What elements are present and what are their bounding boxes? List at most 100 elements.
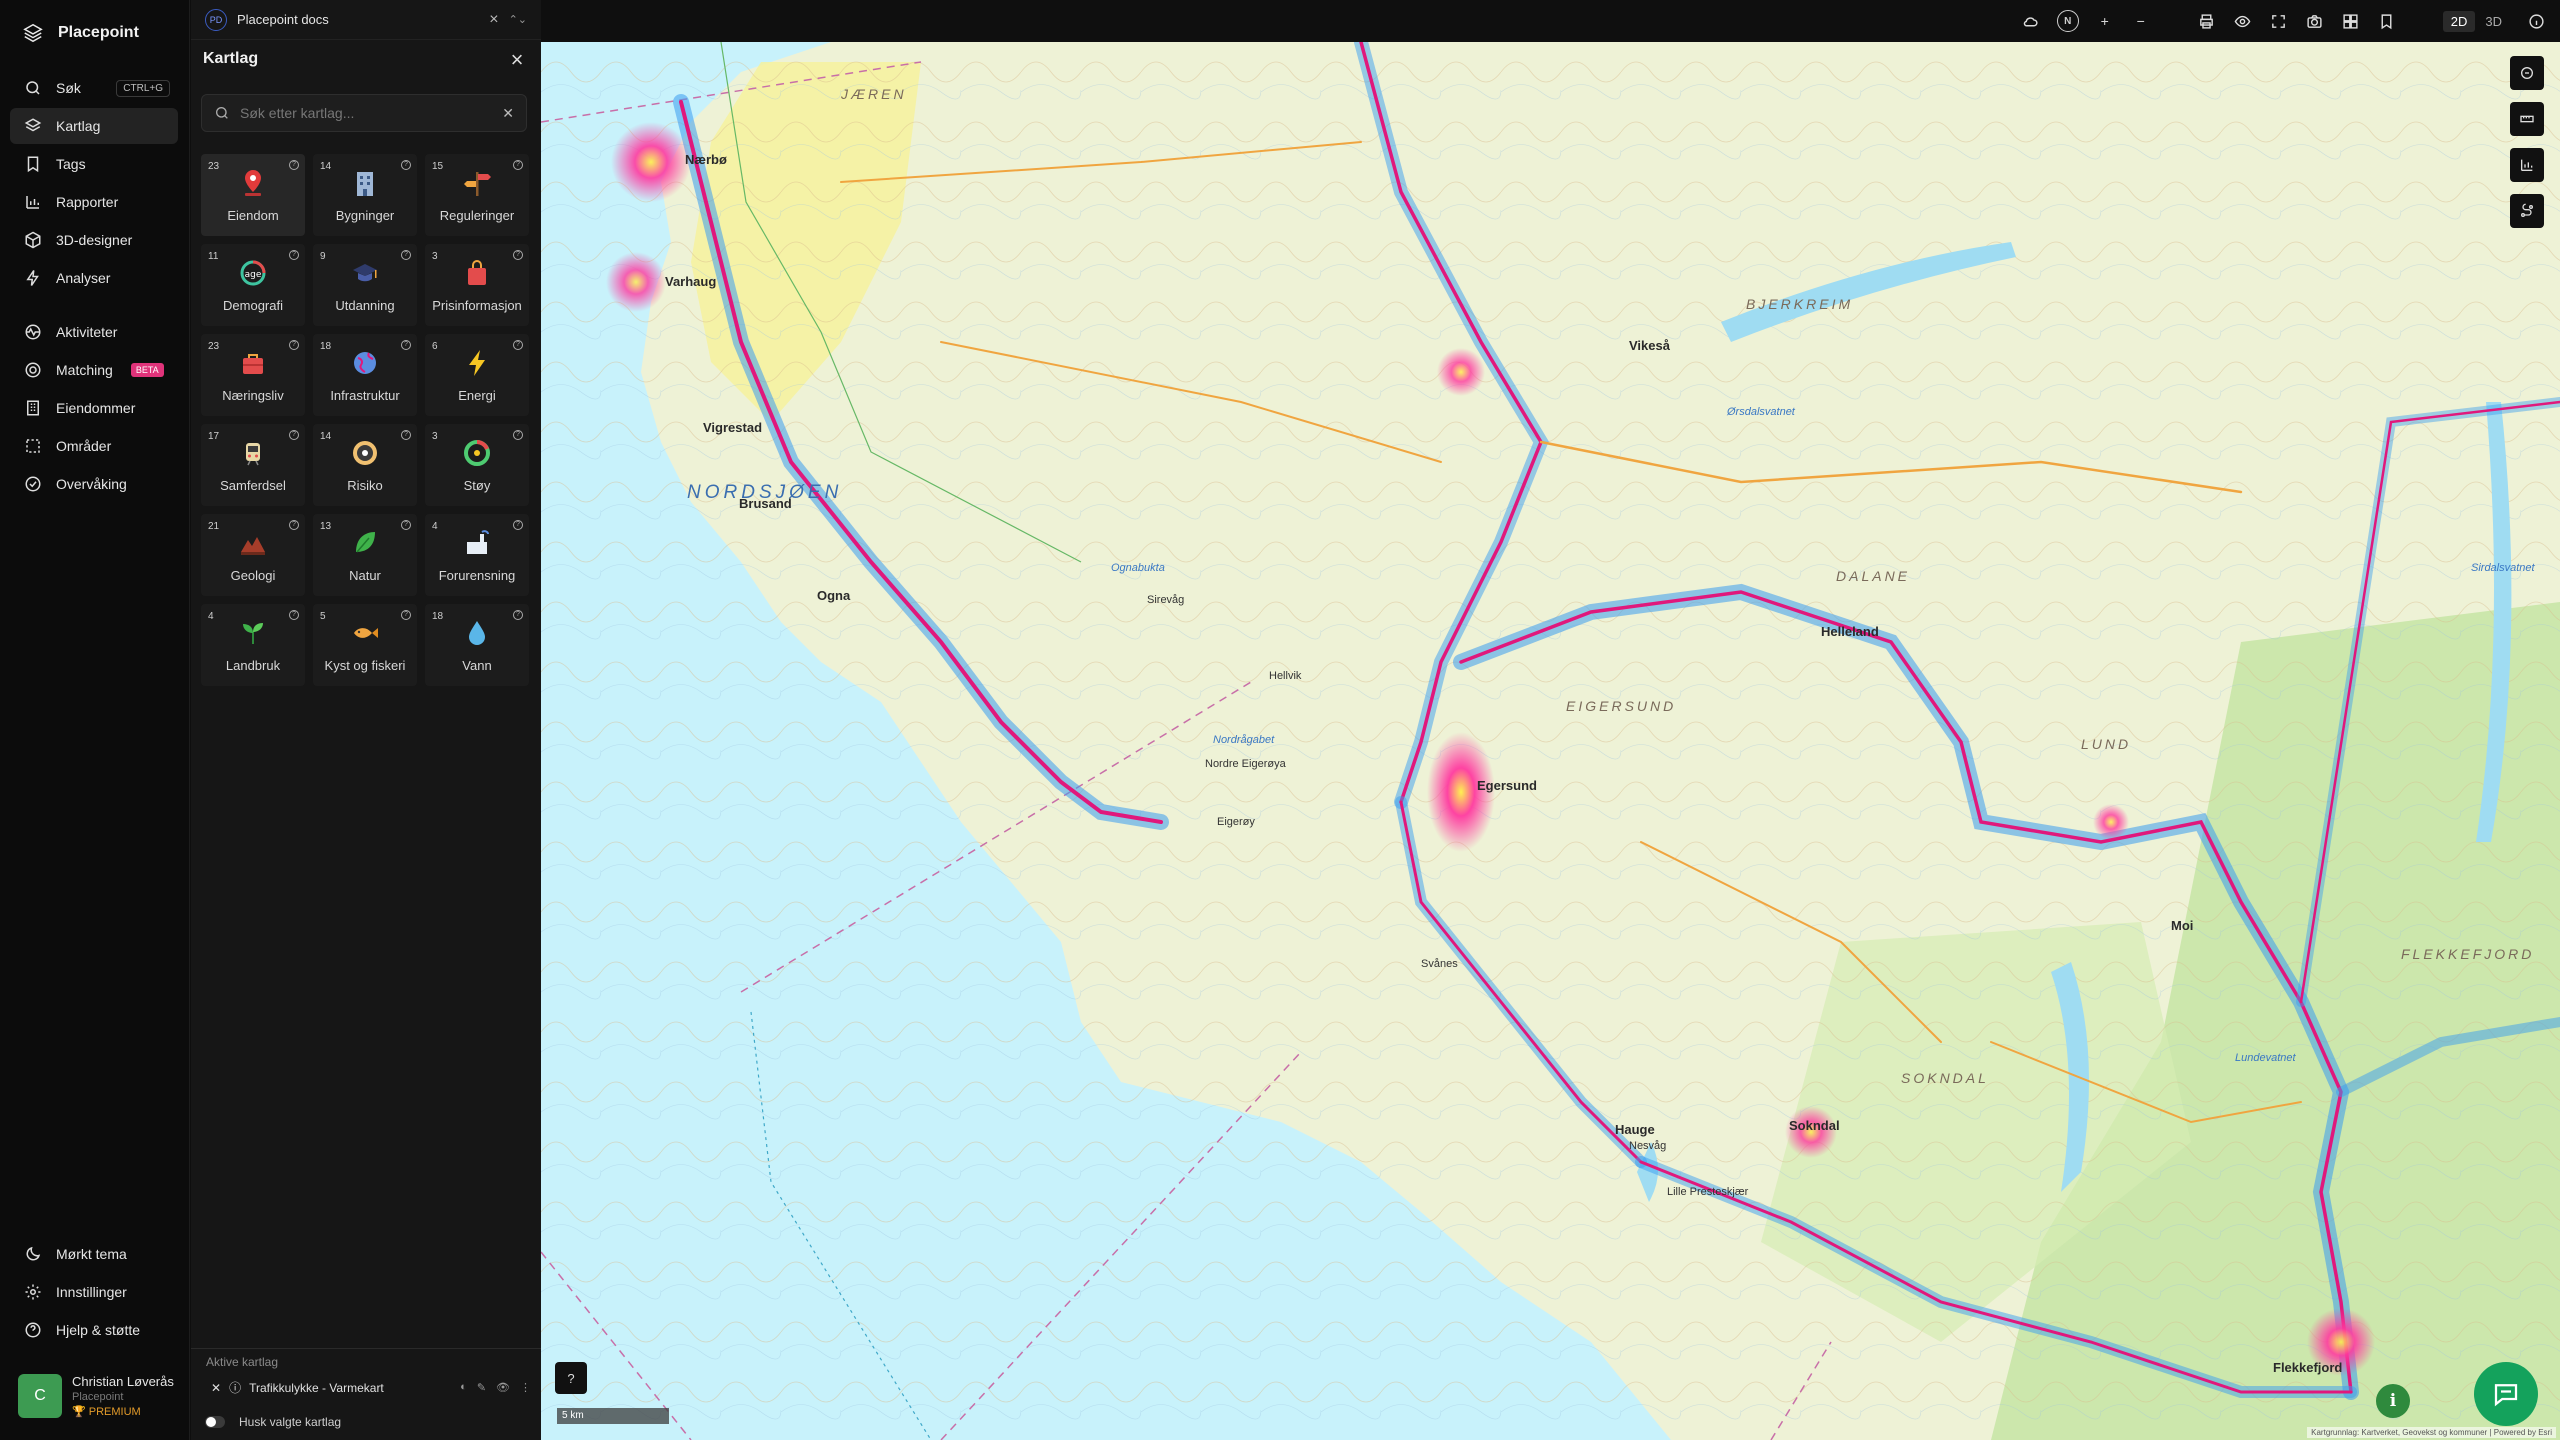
clear-search-icon[interactable]: ✕ (502, 105, 514, 122)
category-tile-vann[interactable]: 18? Vann (425, 604, 529, 686)
info-icon[interactable]: ? (289, 520, 299, 530)
category-tile-bygninger[interactable]: 14? Bygninger (313, 154, 417, 236)
nav-dark-theme[interactable]: Mørkt tema (10, 1236, 178, 1272)
eye-icon[interactable] (2233, 11, 2253, 31)
info-icon[interactable]: ? (401, 610, 411, 620)
info-icon[interactable]: ? (289, 610, 299, 620)
category-tile-risiko[interactable]: 14? Risiko (313, 424, 417, 506)
nav-help[interactable]: Hjelp & støtte (10, 1312, 178, 1348)
info-fab-button[interactable]: i (2376, 1384, 2410, 1418)
category-tile-samferdsel[interactable]: 17? Samferdsel (201, 424, 305, 506)
view-3d-button[interactable]: 3D (2477, 11, 2510, 32)
info-icon[interactable]: ⓘ (229, 1379, 241, 1396)
nav-analyser[interactable]: Analyser (10, 260, 178, 296)
leaf-icon (351, 528, 379, 558)
category-tile-natur[interactable]: 13? Natur (313, 514, 417, 596)
info-icon[interactable]: ? (513, 160, 523, 170)
activity-icon (25, 324, 41, 340)
category-tile-demografi[interactable]: 11? age Demografi (201, 244, 305, 326)
category-tile-energi[interactable]: 6? Energi (425, 334, 529, 416)
expand-doc-icon[interactable]: ⌃⌄ (509, 13, 527, 26)
print-icon[interactable] (2197, 11, 2217, 31)
category-tile-forurensning[interactable]: 4? Forurensning (425, 514, 529, 596)
category-tile-utdanning[interactable]: 9? Utdanning (313, 244, 417, 326)
draw-tool-button[interactable] (2510, 56, 2544, 90)
info-icon[interactable]: ? (289, 250, 299, 260)
info-icon[interactable]: ? (401, 340, 411, 350)
visibility-icon[interactable]: 👁 (496, 1381, 510, 1394)
category-tile-landbruk[interactable]: 4? Landbruk (201, 604, 305, 686)
nav-label: Aktiviteter (56, 324, 118, 340)
compass-icon[interactable]: N (2056, 10, 2079, 32)
user-profile[interactable]: C Christian Løverås Placepoint 🏆 PREMIUM (18, 1374, 174, 1418)
close-doc-icon[interactable]: × (489, 11, 498, 29)
remember-layers[interactable]: Husk valgte kartlag (205, 1415, 341, 1429)
view-2d-button[interactable]: 2D (2442, 10, 2476, 32)
zoom-in-icon[interactable]: + (2095, 11, 2115, 31)
category-count: 21 (208, 521, 220, 532)
measure-tool-button[interactable] (2510, 102, 2544, 136)
info-icon[interactable]: ? (513, 250, 523, 260)
map-label: Vikeså (1629, 338, 1670, 353)
map-help-button[interactable]: ? (555, 1362, 587, 1394)
info-icon[interactable]: ? (513, 610, 523, 620)
info-icon[interactable]: ? (289, 340, 299, 350)
remember-toggle[interactable] (205, 1416, 225, 1428)
nav-kartlag[interactable]: Kartlag (10, 108, 178, 144)
document-tab[interactable]: PD Placepoint docs × ⌃⌄ (191, 0, 541, 40)
category-tile-infrastruktur[interactable]: 18? Infrastruktur (313, 334, 417, 416)
grid-icon[interactable] (2341, 11, 2361, 31)
nav-aktiviteter[interactable]: Aktiviteter (10, 314, 178, 350)
info-icon[interactable]: ? (513, 520, 523, 530)
attribution: Kartgrunnlag: Kartverket, Geovekst og ko… (2307, 1427, 2556, 1438)
category-tile-støy[interactable]: 3? Støy (425, 424, 529, 506)
nav-overvaking[interactable]: Overvåking (10, 466, 178, 502)
opacity-icon[interactable]: ◐ (460, 1381, 467, 1394)
route-tool-button[interactable] (2510, 194, 2544, 228)
zoom-out-icon[interactable]: − (2131, 11, 2151, 31)
info-icon[interactable]: ? (401, 250, 411, 260)
close-panel-icon[interactable]: × (507, 49, 527, 71)
category-tile-næringsliv[interactable]: 23? Næringsliv (201, 334, 305, 416)
info-icon[interactable]: ? (513, 340, 523, 350)
camera-icon[interactable] (2305, 11, 2325, 31)
map-label: LUND (2081, 736, 2132, 752)
info-icon[interactable]: ? (401, 160, 411, 170)
info-icon[interactable] (2526, 11, 2546, 31)
weather-icon[interactable] (2021, 11, 2041, 31)
edit-icon[interactable]: ✎ (477, 1381, 486, 1394)
nav-search[interactable]: Søk CTRL+G (10, 70, 178, 106)
fullscreen-icon[interactable] (2269, 11, 2289, 31)
map-label: SOKNDAL (1901, 1070, 1989, 1086)
remove-layer-icon[interactable]: ✕ (211, 1381, 221, 1395)
nav-tags[interactable]: Tags (10, 146, 178, 182)
category-tile-prisinformasjon[interactable]: 3? Prisinformasjon (425, 244, 529, 326)
info-icon[interactable]: ? (513, 430, 523, 440)
category-tile-geologi[interactable]: 21? Geologi (201, 514, 305, 596)
nav-eiendommer[interactable]: Eiendommer (10, 390, 178, 426)
category-grid: 23? Eiendom 14? Bygninger 15? Reguleringer 11?… (201, 154, 531, 686)
brand[interactable]: Placepoint (22, 18, 139, 48)
info-icon[interactable]: ? (289, 160, 299, 170)
layer-search-input[interactable] (240, 105, 493, 121)
nav-3d-designer[interactable]: 3D-designer (10, 222, 178, 258)
bookmark-icon[interactable] (2377, 11, 2397, 31)
chat-button[interactable] (2474, 1362, 2538, 1426)
category-tile-eiendom[interactable]: 23? Eiendom (201, 154, 305, 236)
category-tile-kyst-og-fiskeri[interactable]: 5? Kyst og fiskeri (313, 604, 417, 686)
nav-rapporter[interactable]: Rapporter (10, 184, 178, 220)
chart-tool-button[interactable] (2510, 148, 2544, 182)
nav-label: Mørkt tema (56, 1246, 127, 1262)
search-icon (26, 81, 40, 95)
info-icon[interactable]: ? (401, 520, 411, 530)
info-icon[interactable]: ? (289, 430, 299, 440)
nav-matching[interactable]: Matching BETA (10, 352, 178, 388)
info-icon[interactable]: ? (401, 430, 411, 440)
nav-omrader[interactable]: Områder (10, 428, 178, 464)
nav-settings[interactable]: Innstillinger (10, 1274, 178, 1310)
avatar: C (18, 1374, 62, 1418)
more-icon[interactable]: ⋮ (520, 1381, 531, 1394)
active-layer-row[interactable]: ✕ ⓘ Trafikkulykke - Varmekart ◐ ✎ 👁 ⋮ (211, 1379, 531, 1396)
map-canvas[interactable]: NORDSJØEN JÆREN DALANE BJERKREIM EIGERSU… (541, 42, 2560, 1440)
category-tile-reguleringer[interactable]: 15? Reguleringer (425, 154, 529, 236)
